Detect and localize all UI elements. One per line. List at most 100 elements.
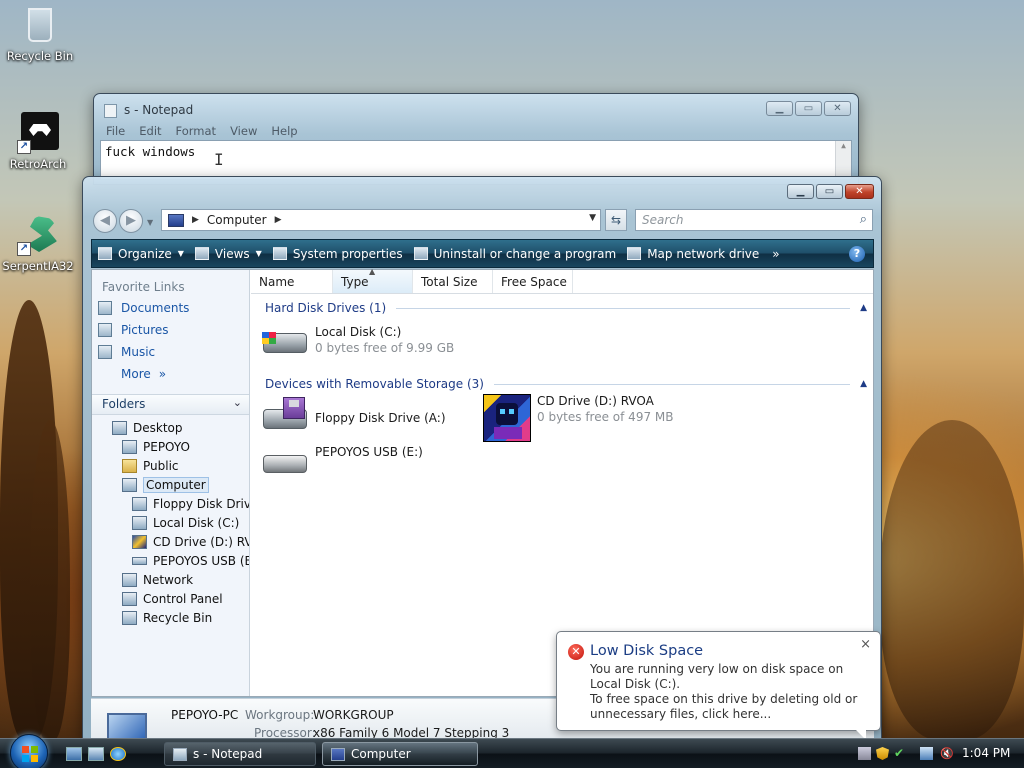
search-placeholder: Search	[642, 213, 684, 227]
collapse-icon[interactable]: ▲	[860, 379, 867, 389]
tree-item-label: Recycle Bin	[143, 610, 213, 625]
favorite-link-documents[interactable]: Documents	[92, 297, 249, 319]
tree-item-desktop[interactable]: Desktop	[92, 418, 249, 437]
checkmark-icon[interactable]: ✔	[894, 747, 907, 760]
views-button[interactable]: Views ▼	[189, 240, 267, 267]
notification-message[interactable]: You are running very low on disk space o…	[590, 662, 876, 722]
tree-item-pepoyo[interactable]: PEPOYO	[92, 437, 249, 456]
address-dropdown-icon[interactable]: ▼	[589, 213, 596, 223]
command-bar: Organize ▼ Views ▼ System properties Uni…	[91, 239, 874, 268]
back-button[interactable]: ◀	[93, 209, 117, 233]
computer-name: PEPOYO-PC	[171, 708, 239, 722]
internet-explorer-icon[interactable]	[110, 747, 126, 761]
breadcrumb-computer[interactable]: Computer	[207, 213, 267, 227]
favorite-link-pictures[interactable]: Pictures	[92, 319, 249, 341]
tree-item-label: Computer	[143, 476, 209, 493]
collapse-icon[interactable]: ▲	[860, 303, 867, 313]
low-disk-space-notification[interactable]: ✕ × Low Disk Space You are running very …	[556, 631, 881, 740]
tree-item-label: Floppy Disk Drive	[153, 496, 250, 511]
recycle-bin-icon	[19, 4, 61, 46]
organize-button[interactable]: Organize ▼	[92, 240, 189, 267]
toolbar-overflow-button[interactable]: »	[764, 240, 787, 267]
show-desktop-icon[interactable]	[66, 747, 82, 761]
column-header-name[interactable]: Name	[251, 270, 333, 293]
menu-format[interactable]: Format	[176, 124, 217, 138]
clock[interactable]: 1:04 PM	[962, 746, 1010, 760]
desktop-icon-serpentia32[interactable]: ↗ SerpentIA32	[0, 214, 76, 273]
notepad-scrollbar[interactable]: ▲	[835, 141, 851, 179]
notepad-menu-bar: File Edit Format View Help	[106, 124, 312, 138]
help-icon[interactable]: ?	[849, 246, 865, 262]
map-network-drive-button[interactable]: Map network drive	[621, 240, 764, 267]
music-icon	[98, 345, 112, 359]
drive-name: CD Drive (D:) RVOA	[537, 394, 654, 408]
pictures-icon	[98, 323, 112, 337]
notepad-window[interactable]: s - Notepad ▁ ▭ ✕ File Edit Format View …	[93, 93, 859, 185]
breadcrumb-chevron-icon[interactable]: ▶	[275, 215, 282, 225]
desktop-icon-recycle-bin[interactable]: Recycle Bin	[2, 4, 78, 63]
favorite-link-label: Music	[121, 345, 156, 359]
drive-cd[interactable]: CD Drive (D:) RVOA 0 bytes free of 497 M…	[483, 394, 673, 442]
network-tray-icon[interactable]	[920, 747, 933, 760]
tree-item-network[interactable]: Network	[92, 570, 249, 589]
menu-view[interactable]: View	[230, 124, 257, 138]
tree-item-cd-drive[interactable]: CD Drive (D:) RVO	[92, 532, 249, 551]
tree-item-label: Local Disk (C:)	[153, 515, 240, 530]
notification-close-button[interactable]: ×	[860, 637, 871, 652]
tree-item-recycle-bin[interactable]: Recycle Bin	[92, 608, 249, 627]
column-header-total-size[interactable]: Total Size	[413, 270, 493, 293]
breadcrumb-chevron-icon[interactable]: ▶	[192, 215, 199, 225]
views-icon	[194, 247, 209, 260]
windows-logo-icon	[22, 746, 29, 753]
column-label: Name	[259, 275, 295, 289]
drive-local-disk[interactable]: Local Disk (C:) 0 bytes free of 9.99 GB	[261, 325, 454, 359]
search-input[interactable]: Search ⌕	[635, 209, 873, 231]
group-header-removable[interactable]: Devices with Removable Storage (3) ▲	[265, 374, 867, 394]
floppy-drive-icon	[261, 397, 309, 435]
system-properties-button[interactable]: System properties	[267, 240, 408, 267]
tree-item-control-panel[interactable]: Control Panel	[92, 589, 249, 608]
volume-muted-icon[interactable]: 🔇	[940, 747, 954, 760]
minimize-button[interactable]: ▁	[787, 184, 814, 199]
tree-item-public[interactable]: Public	[92, 456, 249, 475]
start-button[interactable]	[10, 734, 48, 768]
maximize-button[interactable]: ▭	[795, 101, 822, 116]
minimize-button[interactable]: ▁	[766, 101, 793, 116]
drive-usb[interactable]: PEPOYOS USB (E:)	[261, 445, 423, 479]
desktop-icon-retroarch[interactable]: ↗ RetroArch	[0, 112, 76, 171]
column-label: Type	[341, 275, 369, 289]
tree-item-local-disk[interactable]: Local Disk (C:)	[92, 513, 249, 532]
search-icon[interactable]: ⌕	[860, 212, 867, 227]
tree-item-usb[interactable]: PEPOYOS USB (E:)	[92, 551, 249, 570]
notepad-text-area[interactable]: fuck windows I ▲	[100, 140, 852, 180]
taskbar-button-notepad[interactable]: s - Notepad	[164, 742, 316, 766]
forward-button[interactable]: ▶	[119, 209, 143, 233]
more-links-button[interactable]: More »	[92, 363, 249, 385]
cd-drive-icon	[483, 394, 531, 442]
column-header-type[interactable]: ▲ Type	[333, 267, 413, 293]
address-bar[interactable]: ▶ Computer ▶ ▼	[161, 209, 601, 231]
menu-file[interactable]: File	[106, 124, 125, 138]
column-header-free-space[interactable]: Free Space	[493, 270, 573, 293]
folders-header[interactable]: Folders ⌄	[92, 394, 249, 415]
drive-floppy[interactable]: Floppy Disk Drive (A:)	[261, 397, 446, 435]
drive-tray-icon[interactable]	[858, 747, 871, 760]
favorite-link-music[interactable]: Music	[92, 341, 249, 363]
usb-drive-icon	[261, 445, 309, 479]
maximize-button[interactable]: ▭	[816, 184, 843, 199]
recent-pages-dropdown[interactable]: ▼	[147, 218, 153, 227]
tree-item-floppy[interactable]: Floppy Disk Drive	[92, 494, 250, 513]
refresh-button[interactable]: ⇆	[605, 209, 627, 231]
shortcut-arrow-icon: ↗	[17, 140, 31, 154]
close-button[interactable]: ✕	[845, 184, 874, 199]
security-shield-icon[interactable]	[876, 747, 889, 760]
uninstall-program-button[interactable]: Uninstall or change a program	[408, 240, 622, 267]
menu-help[interactable]: Help	[271, 124, 297, 138]
group-header-hard-disks[interactable]: Hard Disk Drives (1) ▲	[265, 298, 867, 318]
menu-edit[interactable]: Edit	[139, 124, 161, 138]
close-button[interactable]: ✕	[824, 101, 851, 116]
tree-item-label: Control Panel	[143, 591, 223, 606]
tree-item-computer[interactable]: Computer	[92, 475, 249, 494]
taskbar-button-computer[interactable]: Computer	[322, 742, 478, 766]
switch-windows-icon[interactable]	[88, 747, 104, 761]
